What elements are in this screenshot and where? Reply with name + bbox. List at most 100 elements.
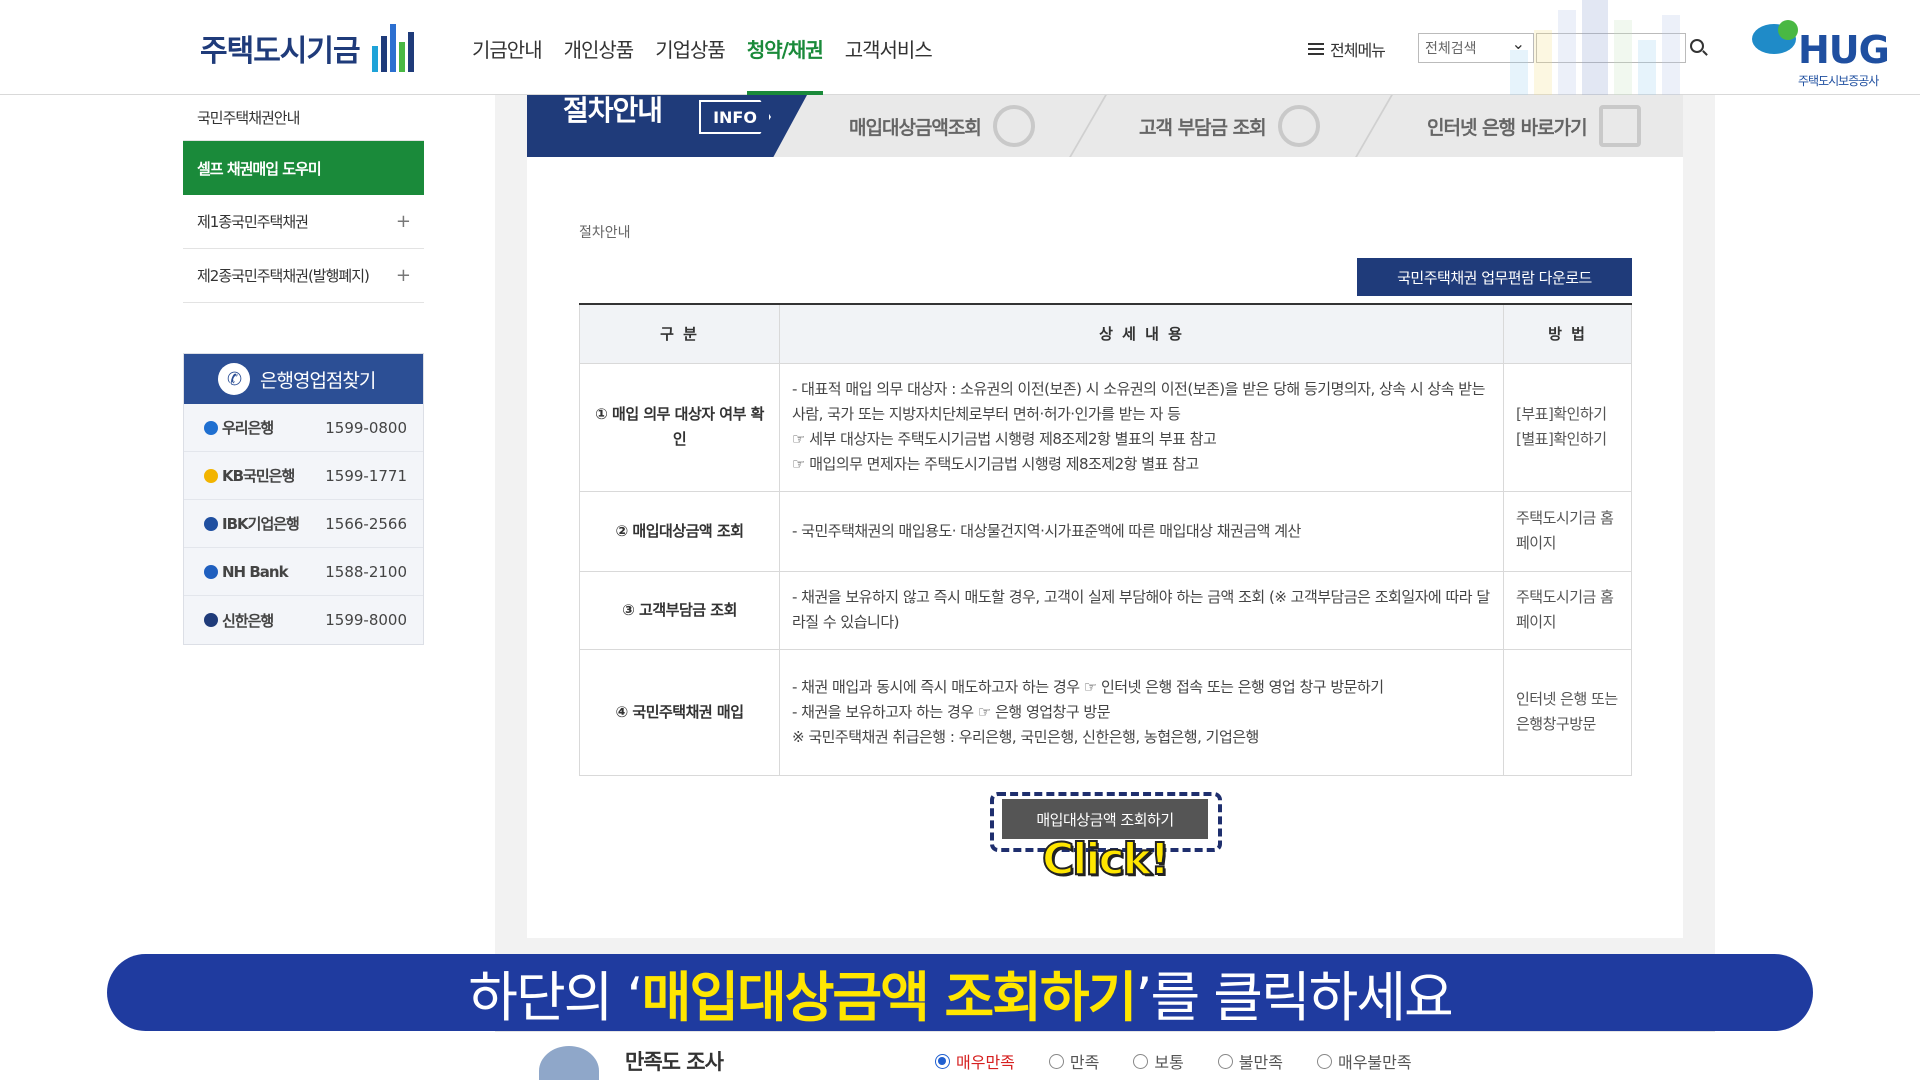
- bank-row[interactable]: 우리은행 1599-0800: [184, 404, 423, 452]
- radio[interactable]: [1217, 1053, 1233, 1069]
- view-table-link[interactable]: [별표]확인하기: [1516, 427, 1619, 452]
- detail-line: - 대표적 매입 의무 대상자 : 소유권의 이전(보존) 시 소유권의 이전(…: [792, 380, 1485, 423]
- bank-phone: 1599-8000: [325, 611, 407, 629]
- row-method: 주택도시기금 홈페이지: [1503, 570, 1632, 650]
- sidebar-item-label: 제1종국민주택채권: [197, 213, 309, 231]
- survey-options: 매우만족 만족 보통 불만족 매우불만족: [935, 1049, 1412, 1073]
- bank-name: KB국민은행: [204, 465, 295, 486]
- header-decoration: [1510, 0, 1680, 95]
- logo-mark-icon: [371, 24, 414, 72]
- hug-logo[interactable]: HUG 주택도시보증공사: [1752, 20, 1902, 88]
- tab-internet-bank[interactable]: 인터넷 은행 바로가기: [1427, 95, 1641, 157]
- tab-customer-burden-label: 고객 부담금 조회: [1139, 116, 1267, 139]
- procedure-tabbar: 절차안내 INFO 매입대상금액조회 고객 부담금 조회 인터넷 은행 바로가기: [527, 95, 1683, 157]
- nav-item-corporate[interactable]: 기업상품: [655, 34, 726, 95]
- shinhan-bank-icon: [204, 613, 218, 627]
- detail-line: - 채권을 보유하지 않고 즉시 매도할 경우, 고객이 실제 부담해야 하는 …: [792, 588, 1490, 631]
- nav-item-customer-service[interactable]: 고객서비스: [845, 34, 933, 95]
- column-header: 구 분: [579, 303, 780, 364]
- tab-divider: [1069, 95, 1107, 157]
- survey-option-dissatisfied[interactable]: 불만족: [1217, 1049, 1283, 1073]
- bank-row[interactable]: NH Bank 1588-2100: [184, 548, 423, 596]
- detail-line: - 채권 매입과 동시에 즉시 매도하고자 하는 경우 ☞ 인터넷 은행 접속 …: [792, 677, 1384, 696]
- hamburger-icon: [1308, 43, 1324, 55]
- radio-selected[interactable]: [935, 1053, 950, 1069]
- tab-purchase-amount[interactable]: 매입대상금액조회: [849, 95, 1035, 157]
- logo-text: 주택도시기금: [200, 34, 361, 69]
- row-category: ① 매입 의무 대상자 여부 확인: [579, 362, 780, 492]
- sidebar-item-label: 제2종국민주택채권(발행폐지): [197, 267, 370, 285]
- sidebar-item-label: 셀프 채권매입 도우미: [197, 159, 322, 178]
- caption-suffix: ’를 클릭하세요: [1135, 966, 1453, 1029]
- row-method: [부표]확인하기 [별표]확인하기: [1503, 362, 1632, 492]
- row-detail: - 채권을 보유하지 않고 즉시 매도할 경우, 고객이 실제 부담해야 하는 …: [779, 570, 1504, 650]
- breadcrumb: 절차안내: [579, 225, 631, 241]
- monitor-icon: [1598, 105, 1641, 147]
- row-category: ③ 고객부담금 조회: [579, 570, 780, 650]
- ibk-bank-icon: [204, 516, 218, 531]
- click-annotation: Click!: [1041, 833, 1171, 886]
- tab-procedure-info[interactable]: 절차안내 INFO: [527, 95, 807, 157]
- main-nav: 기금안내 개인상품 기업상품 청약/채권 고객서비스: [472, 34, 933, 95]
- hug-brand-name: HUG: [1798, 28, 1890, 72]
- survey-option-satisfied[interactable]: 만족: [1048, 1049, 1099, 1073]
- sidebar-item-bond-guide[interactable]: 국민주택채권안내: [183, 95, 424, 141]
- satisfaction-survey: 만족도 조사 매우만족 만족 보통 불만족 매우불만족: [495, 1031, 1715, 1080]
- all-menu-button[interactable]: 전체메뉴: [1308, 37, 1386, 61]
- left-sidebar: 국민주택채권안내 셀프 채권매입 도우미 제1종국민주택채권 + 제2종국민주택…: [183, 95, 424, 303]
- nav-item-personal[interactable]: 개인상품: [564, 34, 635, 95]
- detail-line: ☞ 세부 대상자는 주택도시기금법 시행령 제8조제2항 별표의 부표 참고: [792, 430, 1217, 448]
- purchase-amount-lookup-button[interactable]: 매입대상금액 조회하기: [1002, 799, 1208, 839]
- bank-finder-title: 은행영업점찾기: [260, 369, 376, 392]
- table-row: ④ 국민주택채권 매입 - 채권 매입과 동시에 즉시 매도하고자 하는 경우 …: [579, 648, 1632, 776]
- sidebar-item-type2-bond[interactable]: 제2종국민주택채권(발행폐지) +: [183, 249, 424, 303]
- expand-plus-icon[interactable]: +: [396, 265, 411, 286]
- detail-line: - 채권을 보유하고자 하는 경우 ☞ 은행 영업창구 방문: [792, 702, 1111, 721]
- survey-option-very-satisfied[interactable]: 매우만족: [935, 1049, 1015, 1073]
- radio[interactable]: [1316, 1053, 1332, 1069]
- bank-row[interactable]: 신한은행 1599-8000: [184, 596, 423, 644]
- column-header: 상 세 내 용: [779, 303, 1504, 364]
- tab-customer-burden[interactable]: 고객 부담금 조회: [1139, 95, 1320, 157]
- table-row: ① 매입 의무 대상자 여부 확인 - 대표적 매입 의무 대상자 : 소유권의…: [579, 362, 1632, 492]
- hug-brand-sub: 주택도시보증공사: [1798, 74, 1879, 88]
- sidebar-item-type1-bond[interactable]: 제1종국민주택채권 +: [183, 195, 424, 249]
- tab-divider: [1355, 95, 1393, 157]
- phone-icon: ✆: [218, 363, 250, 395]
- sidebar-item-self-purchase-helper[interactable]: 셀프 채권매입 도우미: [183, 141, 424, 195]
- bank-name: NH Bank: [204, 563, 289, 581]
- bank-phone: 1566-2566: [325, 514, 407, 533]
- row-method: 인터넷 은행 또는 은행창구방문: [1503, 648, 1632, 776]
- tutorial-caption: 하단의 ‘ 매입대상금액 조회하기 ’를 클릭하세요: [107, 954, 1813, 1031]
- nav-item-fund[interactable]: 기금안내: [472, 34, 543, 95]
- table-row: ② 매입대상금액 조회 - 국민주택채권의 매입용도· 대상물건지역·시가표준액…: [579, 490, 1632, 572]
- radio[interactable]: [1048, 1053, 1064, 1069]
- bank-row[interactable]: IBK기업은행 1566-2566: [184, 500, 423, 548]
- download-manual-button[interactable]: 국민주택채권 업무편람 다운로드: [1357, 258, 1632, 296]
- survey-avatar-icon: [539, 1046, 599, 1080]
- site-header: 주택도시기금 기금안내 개인상품 기업상품 청약/채권 고객서비스 전체메뉴 전…: [0, 0, 1920, 95]
- survey-option-neutral[interactable]: 보통: [1133, 1049, 1184, 1073]
- bank-row[interactable]: KB국민은행 1599-1771: [184, 452, 423, 500]
- row-detail: - 채권 매입과 동시에 즉시 매도하고자 하는 경우 ☞ 인터넷 은행 접속 …: [779, 648, 1504, 776]
- expand-plus-icon[interactable]: +: [396, 211, 411, 232]
- site-logo[interactable]: 주택도시기금: [200, 24, 414, 72]
- survey-option-very-dissatisfied[interactable]: 매우불만족: [1316, 1049, 1412, 1073]
- column-header: 방 법: [1503, 303, 1632, 364]
- radio[interactable]: [1133, 1053, 1149, 1069]
- sidebar-item-label: 국민주택채권안내: [197, 109, 300, 127]
- caption-highlight: 매입대상금액 조회하기: [641, 966, 1138, 1029]
- bank-name: 우리은행: [204, 417, 274, 438]
- bank-finder-header[interactable]: ✆ 은행영업점찾기: [184, 354, 423, 404]
- view-appendix-link[interactable]: [부표]확인하기: [1516, 402, 1619, 427]
- nav-item-subscription-bond[interactable]: 청약/채권: [746, 34, 824, 95]
- bank-finder: ✆ 은행영업점찾기 우리은행 1599-0800 KB국민은행 1599-177…: [183, 353, 424, 645]
- detail-line: - 국민주택채권의 매입용도· 대상물건지역·시가표준액에 따른 매입대상 채권…: [792, 521, 1301, 540]
- row-detail: - 대표적 매입 의무 대상자 : 소유권의 이전(보존) 시 소유권의 이전(…: [779, 362, 1504, 492]
- tab-procedure-title: 절차안내: [563, 95, 663, 127]
- bank-phone: 1599-1771: [325, 466, 407, 485]
- caption-prefix: 하단의 ‘: [468, 966, 643, 1029]
- kb-bank-icon: [204, 468, 218, 483]
- bank-name: IBK기업은행: [204, 513, 300, 534]
- detail-line: ※ 국민주택채권 취급은행 : 우리은행, 국민은행, 신한은행, 농협은행, …: [792, 727, 1259, 746]
